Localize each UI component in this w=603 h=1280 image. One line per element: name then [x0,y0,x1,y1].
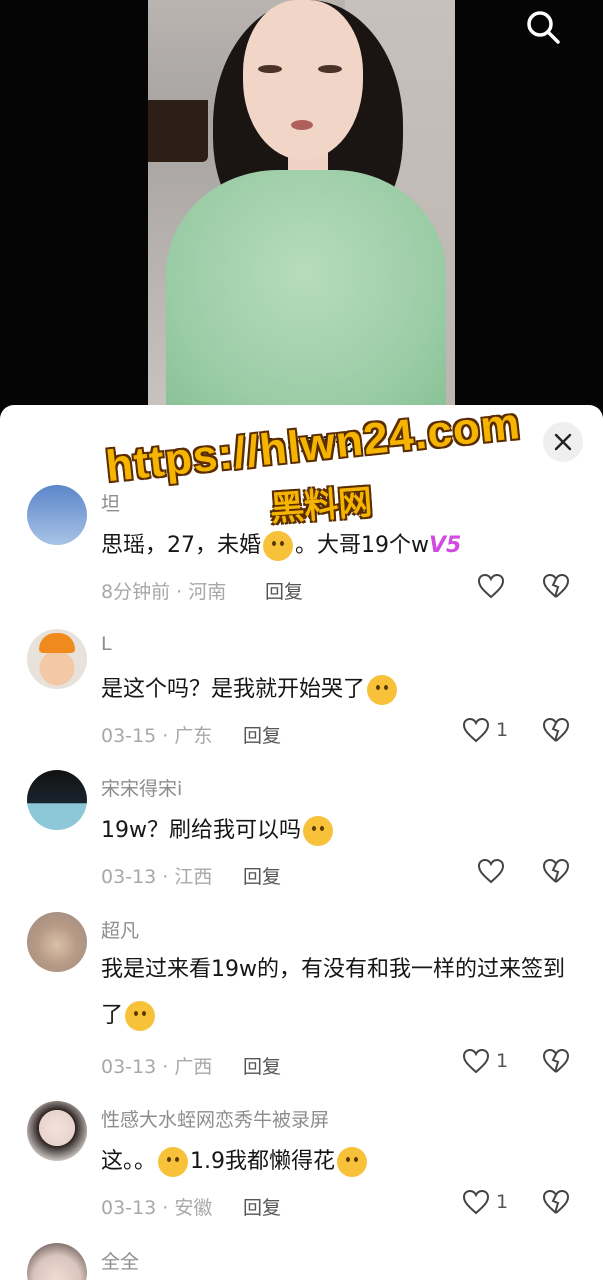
heart-icon [477,573,505,599]
like-count: 1 [496,719,509,741]
heart-icon [462,1048,490,1074]
dislike-button[interactable] [541,717,571,747]
heart-icon [462,717,490,743]
comment-text-part: 思瑶，27，未婚 [101,533,261,558]
comment-username[interactable]: 宋宋得宋i [101,774,182,801]
broken-heart-icon [542,717,570,742]
like-button[interactable]: 1 [462,1048,508,1074]
like-button[interactable]: 1 [462,717,508,743]
reply-button[interactable]: 回复 [243,721,281,748]
comment-text: 这。。 1.9我都懒得花 [101,1139,581,1185]
avatar[interactable] [27,1243,87,1280]
reply-button[interactable]: 回复 [243,1193,281,1220]
right-eye [318,65,342,73]
comment-meta: 03-13 · 江西 [101,866,213,888]
like-count: 1 [496,1191,509,1213]
search-icon[interactable] [523,7,563,47]
close-icon[interactable] [543,422,583,462]
comments-sheet: 1518条评论 https://hlwn24.com 黑料网 坦 思瑶，27，未… [0,405,603,1280]
dizzy-emoji-icon [158,1147,189,1177]
reply-button[interactable]: 回复 [243,1052,281,1079]
video-frame [148,0,455,410]
laughing-emoji-icon [125,1001,156,1031]
green-dress [166,170,446,410]
comment-meta: 03-15 · 广东 [101,725,213,747]
reply-button[interactable]: 回复 [265,577,303,604]
grin-emoji-icon [263,531,293,561]
comment-text: 是这个吗？是我就开始哭了 [101,667,581,713]
comment-text-part: 是这个吗？是我就开始哭了 [101,677,366,702]
comment-text-part: 1.9我都懒得花 [190,1149,336,1174]
broken-heart-icon [542,1189,570,1214]
comment-count-title: 1518条评论 [249,435,354,456]
like-button[interactable] [477,858,505,884]
comment-text: 19w？刷给我可以吗 [101,808,581,854]
reply-button[interactable]: 回复 [243,862,281,889]
face [243,0,363,160]
comment-text: 我是过来看19w的，有没有和我一样的过来签到了 [101,947,581,1039]
crying-emoji-icon [367,675,398,705]
like-button[interactable]: 1 [462,1189,508,1215]
video-player[interactable] [0,0,603,410]
heart-eyes-emoji-icon [303,816,333,846]
comment-username[interactable]: 性感大水蛭网恋秀牛被录屏 [101,1105,329,1132]
comment-text: 思瑶，27，未婚 。大哥19个wV5 [101,523,581,569]
like-button[interactable] [477,573,505,599]
broken-heart-icon [542,858,570,883]
comment-meta: 8分钟前 · 河南 [101,581,227,603]
comment-username[interactable]: 坦 [101,489,120,516]
dislike-button[interactable] [541,1048,571,1078]
avatar[interactable] [27,629,87,689]
comment-text-part: 我是过来看19w的，有没有和我一样的过来签到了 [101,957,565,1028]
avatar[interactable] [27,485,87,545]
mouth [291,120,313,130]
comment-meta: 03-13 · 安徽 [101,1197,213,1219]
comment-username[interactable]: 全全 [101,1247,139,1274]
left-eye [258,65,282,73]
avatar[interactable] [27,1101,87,1161]
heart-icon [462,1189,490,1215]
lamp-shade [148,100,208,162]
dislike-button[interactable] [541,1189,571,1219]
broken-heart-icon [542,573,570,598]
comment-text-part: 这。。 [101,1149,157,1174]
comment-meta: 03-13 · 广西 [101,1056,213,1078]
comment-username[interactable]: 超凡 [101,916,139,943]
v5-badge-icon: V5 [429,533,462,558]
dislike-button[interactable] [541,858,571,888]
smile-emoji-icon [337,1147,368,1177]
comment-username[interactable]: L [101,633,112,655]
dislike-button[interactable] [541,573,571,603]
avatar[interactable] [27,770,87,830]
like-count: 1 [496,1050,509,1072]
comment-text-part: 19w？刷给我可以吗 [101,818,301,843]
heart-icon [477,858,505,884]
comment-text-part: 。大哥19个w [295,533,429,558]
broken-heart-icon [542,1048,570,1073]
avatar[interactable] [27,912,87,972]
